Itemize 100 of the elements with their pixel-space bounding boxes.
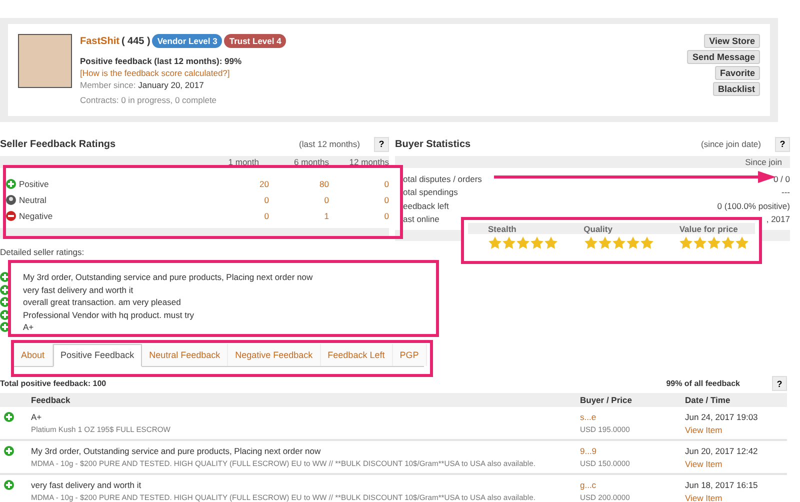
- star-icon: [488, 236, 502, 250]
- tab[interactable]: PGP: [392, 344, 427, 366]
- rating-comment: overall great transaction. am very pleased: [23, 297, 181, 308]
- star-icon: [612, 236, 626, 250]
- feedback-comment: A+: [31, 412, 43, 422]
- column-header: Buyer / Price: [580, 394, 633, 404]
- tab[interactable]: About: [14, 344, 53, 366]
- rating-label: Positive: [19, 179, 50, 189]
- total-feedback: Total positive feedback: 100: [0, 379, 108, 388]
- view-item-link[interactable]: View Item: [685, 492, 787, 502]
- positive-rating-icon: [0, 322, 10, 332]
- star-icon: [516, 236, 530, 250]
- column-header: Feedback: [31, 394, 72, 404]
- stat-label: ast online: [403, 214, 440, 224]
- member-since-label: Member since:: [80, 80, 136, 90]
- criterion-label: Quality: [582, 224, 614, 234]
- stat-label: otal spendings: [403, 187, 458, 198]
- star-icon: [693, 236, 708, 250]
- tab[interactable]: Negative Feedback: [228, 344, 321, 366]
- action-button[interactable]: Send Message: [687, 50, 760, 64]
- rating-label: Negative: [19, 211, 54, 221]
- negative-rating-icon: [6, 211, 16, 221]
- date-text: Jun 18, 2017 16:15: [685, 480, 759, 490]
- column-header: 1 month: [228, 157, 259, 167]
- action-button[interactable]: Favorite: [714, 66, 760, 80]
- period-label: (last 12 months): [299, 139, 360, 149]
- view-item-link[interactable]: View Item: [685, 458, 787, 468]
- vendor-score: ( 445 ): [121, 36, 150, 46]
- rating-comment: My 3rd order, Outstanding service and pure products, Placing next order now: [23, 272, 313, 282]
- positive-rating-icon: [0, 284, 10, 295]
- positive-rating-icon: [4, 446, 14, 456]
- neutral-rating-icon: [6, 195, 16, 205]
- positive-rating-icon: [0, 297, 10, 308]
- positive-rating-icon: [4, 412, 14, 422]
- help-button[interactable]: ?: [772, 376, 787, 391]
- view-item-link[interactable]: View Item: [685, 424, 787, 434]
- star-icon: [640, 236, 654, 250]
- tab[interactable]: Positive Feedback: [52, 344, 142, 366]
- action-button[interactable]: Blacklist: [712, 82, 760, 96]
- buyer-link[interactable]: g...c: [580, 480, 685, 490]
- star-icon: [679, 236, 694, 250]
- tab[interactable]: Feedback Left: [320, 344, 393, 366]
- date-text: Jun 24, 2017 19:03: [685, 412, 759, 422]
- rating-count: 0: [383, 211, 389, 221]
- vendor-name: FastShit: [80, 36, 120, 46]
- positive-feedback-summary: Positive feedback (last 12 months): 99%: [80, 56, 243, 66]
- positive-rating-icon: [6, 179, 16, 189]
- column-header: 6 months: [293, 157, 329, 167]
- rating-count: 1: [323, 211, 329, 221]
- positive-rating-icon: [0, 310, 10, 320]
- tab[interactable]: Neutral Feedback: [142, 344, 228, 366]
- rating-comment: A+: [23, 322, 34, 332]
- feedback-share: 99% of all feedback: [666, 379, 740, 388]
- star-icon: [626, 236, 640, 250]
- rating-count: 0: [383, 195, 389, 205]
- criterion-label: Value for price: [678, 224, 739, 234]
- help-button[interactable]: ?: [374, 136, 389, 152]
- stat-value: 0 (100.0% positive): [717, 200, 790, 211]
- section-label: Detailed seller ratings:: [0, 247, 86, 257]
- level-badge: Vendor Level 3: [152, 34, 222, 48]
- rating-count: 0: [323, 195, 329, 205]
- buyer-link[interactable]: s...e: [580, 412, 685, 422]
- photo-placeholder: [18, 34, 72, 88]
- column-header: Date / Time: [685, 394, 732, 404]
- stat-value: ---: [782, 187, 790, 198]
- feedback-comment: very fast delivery and worth it: [31, 480, 142, 490]
- positive-rating-icon: [4, 480, 14, 490]
- rating-count: 0: [263, 211, 269, 221]
- positive-rating-icon: [0, 272, 10, 282]
- contracts-text: Contracts: 0 in progress, 0 complete: [80, 95, 218, 105]
- rating-label: Neutral: [19, 195, 48, 205]
- member-since-date: January 20, 2017: [138, 80, 204, 90]
- criterion-label: Stealth: [487, 224, 518, 234]
- stat-value: 0 / 0: [773, 174, 790, 184]
- section-title: Buyer Statistics: [395, 138, 472, 150]
- action-button[interactable]: View Store: [704, 34, 760, 48]
- feedback-comment: My 3rd order, Outstanding service and pure products, Placing next order now: [31, 446, 322, 456]
- rating-count: 0: [263, 195, 269, 205]
- section-title: Seller Feedback Ratings: [0, 138, 117, 150]
- star-icon: [707, 236, 722, 250]
- rating-count: 0: [383, 179, 389, 189]
- star-icon: [530, 236, 544, 250]
- level-badge: Trust Level 4: [224, 34, 286, 48]
- star-icon: [735, 236, 750, 250]
- rating-count: 80: [318, 179, 329, 189]
- date-text: Jun 20, 2017 12:42: [685, 446, 759, 456]
- star-icon: [721, 236, 736, 250]
- star-icon: [544, 236, 558, 250]
- column-header: 12 months: [348, 157, 389, 167]
- buyer-link[interactable]: 9...9: [580, 446, 685, 456]
- column-header: Since join: [745, 157, 782, 167]
- feedback-help-link[interactable]: [How is the feedback score calculated?]: [80, 68, 680, 78]
- rating-comment: Professional Vendor with hq product. must try: [23, 310, 194, 320]
- help-button[interactable]: ?: [775, 136, 790, 152]
- period-label: (since join date): [700, 139, 761, 149]
- stat-label: eedback left: [403, 200, 449, 211]
- star-icon: [584, 236, 598, 250]
- rating-comment: very fast delivery and worth it: [23, 284, 134, 295]
- rating-count: 20: [258, 179, 269, 189]
- stat-value: , 2017: [766, 214, 790, 224]
